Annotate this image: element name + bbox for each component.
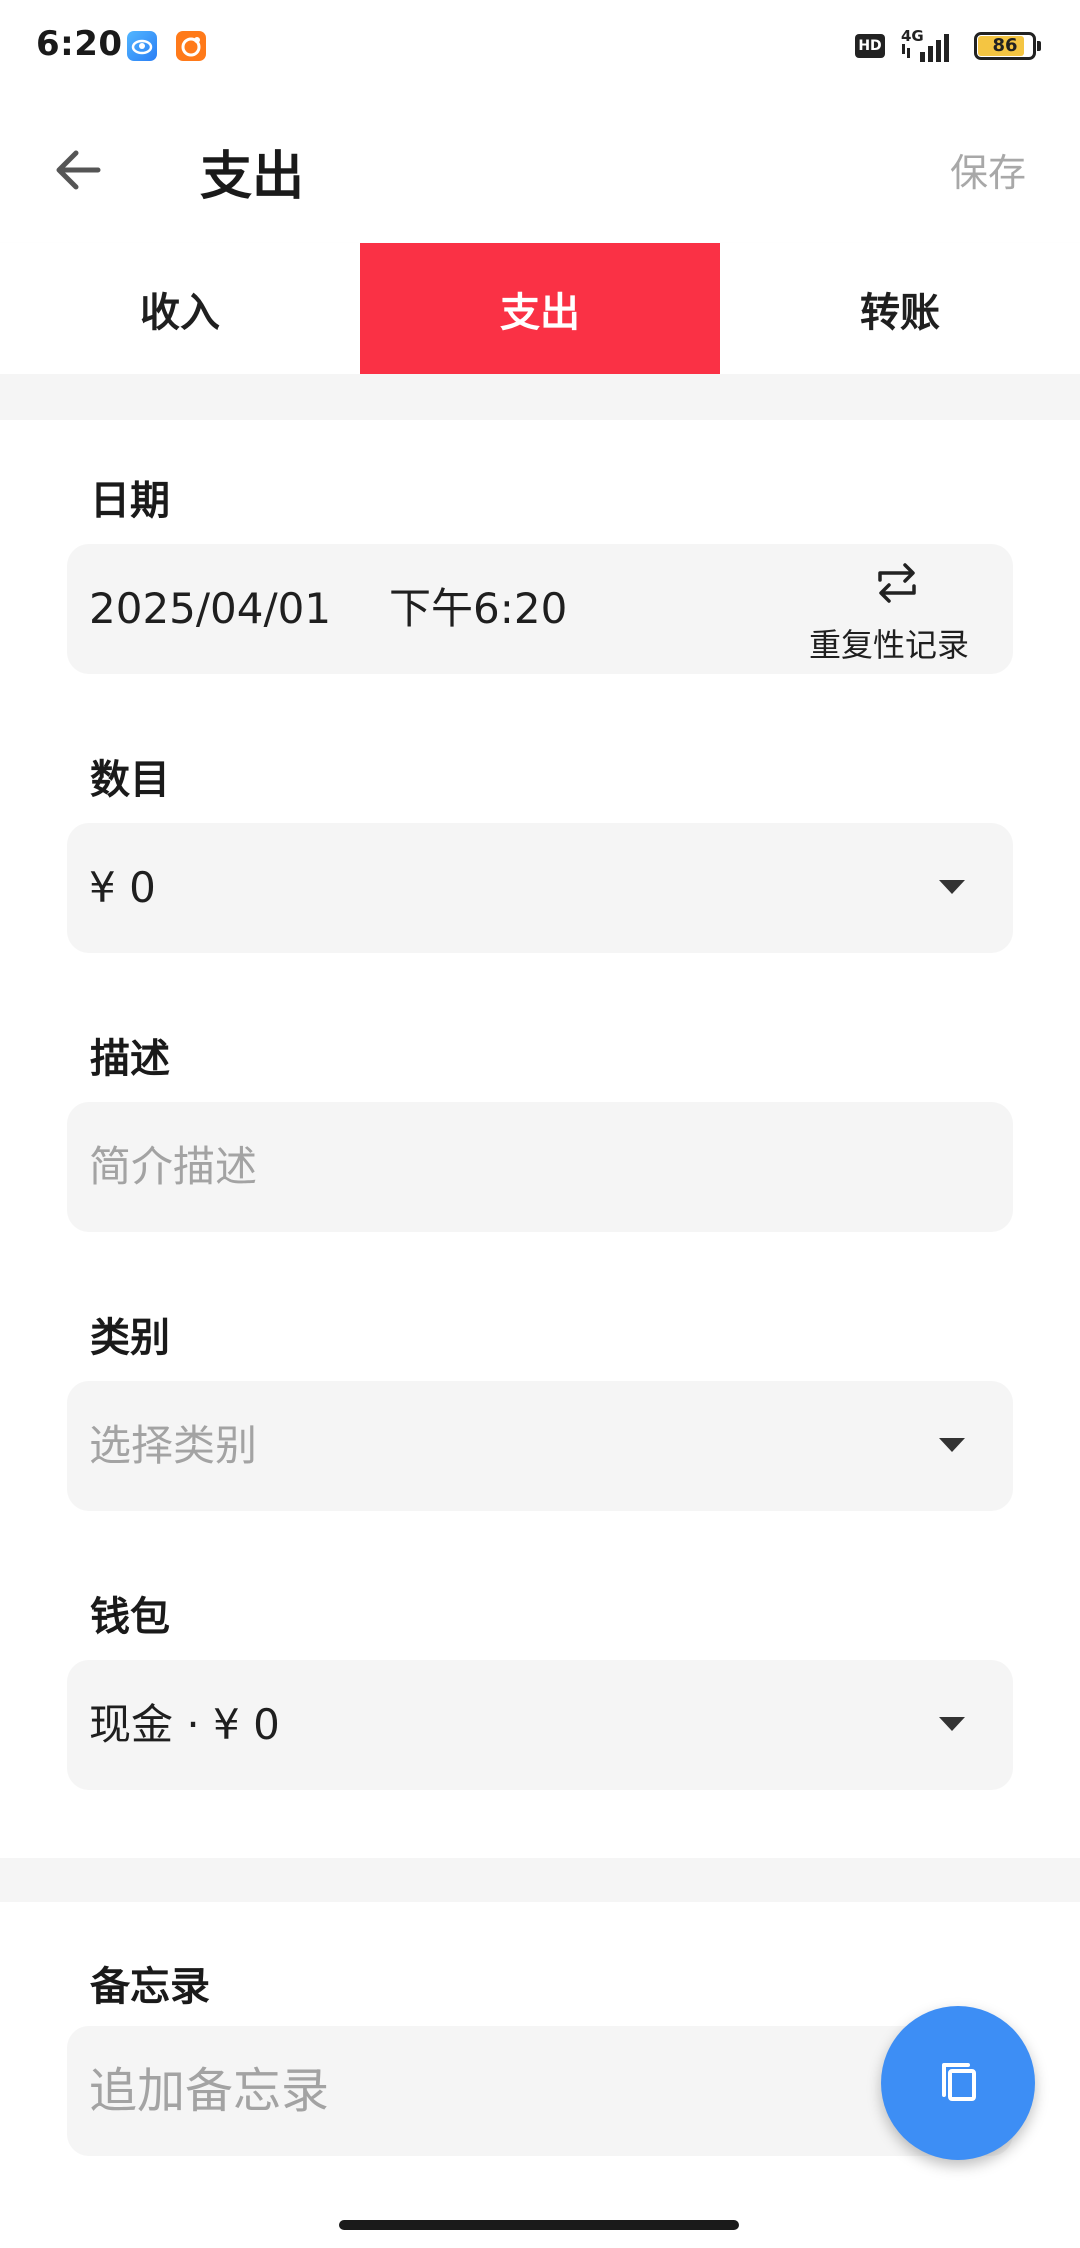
repeat-record-button[interactable]: 重复性记录 xyxy=(799,558,979,664)
copy-icon xyxy=(942,2063,976,2101)
amount-value: ¥ 0 xyxy=(89,863,156,912)
app-icon-orange xyxy=(176,31,206,61)
description-input[interactable]: 简介描述 xyxy=(67,1102,1013,1232)
wallet-value: 现金 · ¥ 0 xyxy=(89,1700,280,1749)
back-button[interactable] xyxy=(38,130,118,210)
battery-level: 86 xyxy=(992,35,1018,56)
transaction-type-tabs: 收入 支出 转账 xyxy=(0,243,1080,374)
memo-placeholder: 追加备忘录 xyxy=(89,2063,330,2119)
date-value[interactable]: 2025/04/01 xyxy=(89,544,331,674)
tab-expense[interactable]: 支出 xyxy=(360,243,720,374)
amount-field[interactable]: ¥ 0 xyxy=(67,823,1013,953)
section-divider xyxy=(0,374,1080,420)
home-indicator xyxy=(339,2220,739,2230)
tab-income[interactable]: 收入 xyxy=(0,243,360,374)
description-placeholder: 简介描述 xyxy=(89,1142,258,1191)
category-select[interactable]: 选择类别 xyxy=(67,1381,1013,1511)
wallet-select[interactable]: 现金 · ¥ 0 xyxy=(67,1660,1013,1790)
category-placeholder: 选择类别 xyxy=(89,1421,258,1470)
signal-icon xyxy=(902,34,949,62)
battery-icon: 86 xyxy=(974,32,1041,60)
tab-transfer[interactable]: 转账 xyxy=(720,243,1080,374)
date-label: 日期 xyxy=(90,478,170,524)
caret-down-icon xyxy=(939,1717,965,1731)
category-label: 类别 xyxy=(90,1315,170,1361)
memo-label: 备忘录 xyxy=(90,1964,210,2010)
arrow-left-icon xyxy=(56,150,101,190)
repeat-icon xyxy=(878,563,916,603)
caret-down-icon xyxy=(939,880,965,894)
save-button[interactable]: 保存 xyxy=(950,142,1026,197)
repeat-record-label: 重复性记录 xyxy=(808,626,969,664)
wallet-label: 钱包 xyxy=(90,1594,170,1640)
amount-label: 数目 xyxy=(90,757,170,803)
memo-input[interactable]: 追加备忘录 xyxy=(67,2026,1013,2156)
section-divider xyxy=(0,1858,1080,1902)
status-bar: 6:20 HD 4G 86 xyxy=(0,0,1080,96)
page-title: 支出 xyxy=(200,147,305,207)
status-time: 6:20 xyxy=(36,24,123,64)
app-icon-blue xyxy=(127,31,157,61)
hd-icon: HD xyxy=(855,34,885,58)
description-label: 描述 xyxy=(90,1036,170,1082)
caret-down-icon xyxy=(939,1438,965,1452)
date-field: 2025/04/01 下午6:20 重复性记录 xyxy=(67,544,1013,674)
time-value[interactable]: 下午6:20 xyxy=(389,544,567,674)
copy-fab-button[interactable] xyxy=(881,2006,1035,2160)
